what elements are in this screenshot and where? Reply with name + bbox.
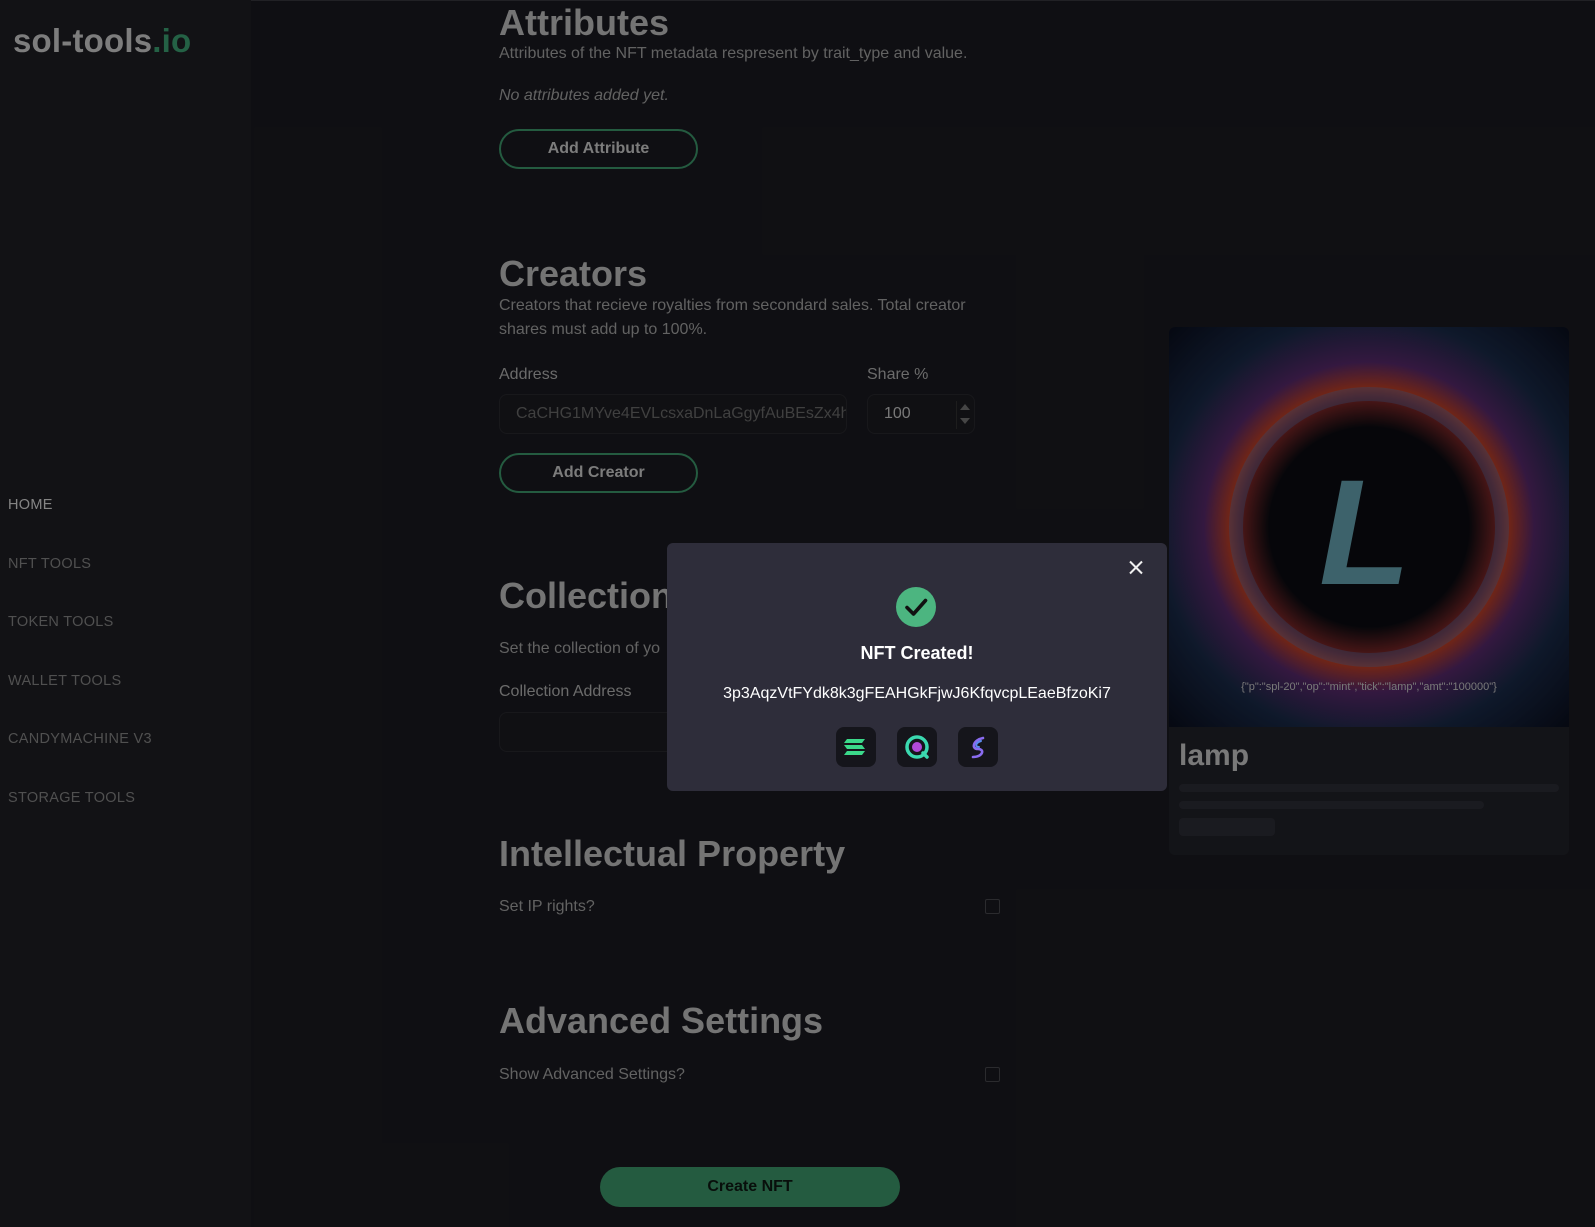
close-icon[interactable]	[1125, 557, 1147, 579]
nft-created-modal: NFT Created! 3p3AqzVtFYdk8k3gFEAHGkFjwJ6…	[667, 543, 1167, 791]
nft-mint-address[interactable]: 3p3AqzVtFYdk8k3gFEAHGkFjwJ6KfqvcpLEaeBfz…	[667, 685, 1167, 703]
success-check-icon	[896, 587, 936, 627]
solana-fm-icon[interactable]	[897, 727, 937, 767]
solana-explorer-icon[interactable]	[958, 727, 998, 767]
modal-title: NFT Created!	[860, 643, 974, 663]
solscan-icon[interactable]	[836, 727, 876, 767]
